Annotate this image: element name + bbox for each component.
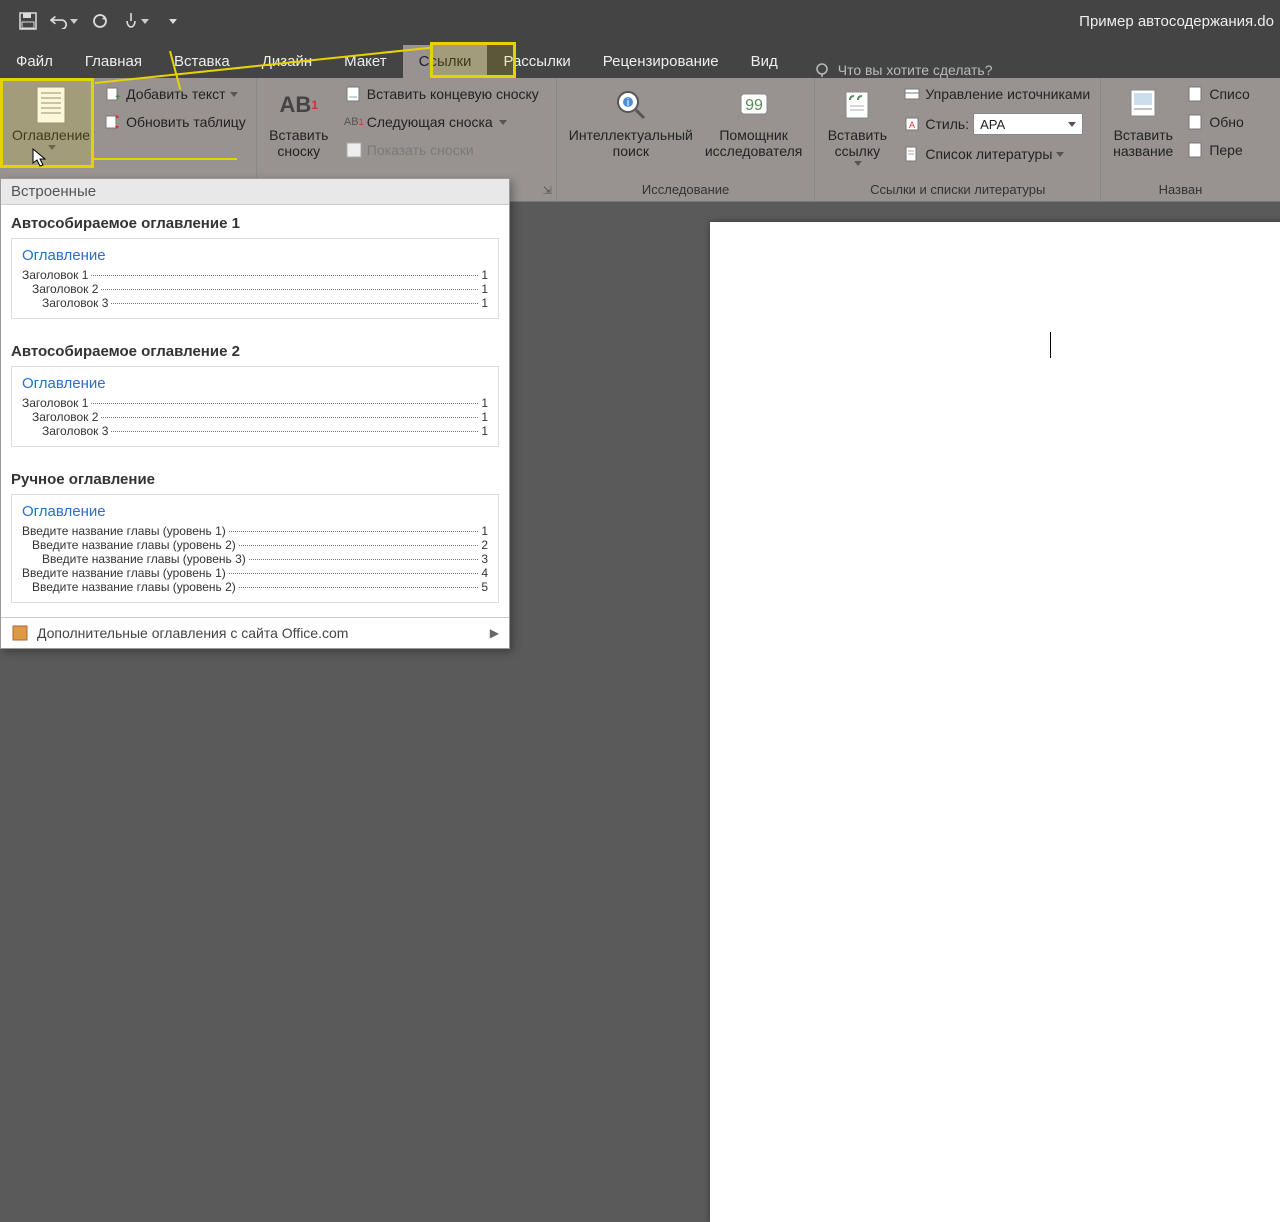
gallery-item-title: Автособираемое оглавление 2	[11, 343, 499, 360]
toc-gallery: Встроенные Автособираемое оглавление 1 Ог…	[0, 178, 510, 649]
more-toc-office-button[interactable]: Дополнительные оглавления с сайта Office…	[1, 617, 509, 648]
bulb-icon	[814, 62, 830, 78]
tab-файл[interactable]: Файл	[0, 45, 69, 78]
group-citations: Вставить ссылку Управление источниками A…	[815, 78, 1101, 201]
insert-caption-button[interactable]: Вставить название	[1107, 81, 1179, 163]
svg-text:A: A	[909, 120, 915, 130]
office-icon	[11, 624, 29, 642]
gallery-item-title: Автособираемое оглавление 1	[11, 215, 499, 232]
insert-citation-button[interactable]: Вставить ссылку	[821, 81, 893, 170]
tell-me-input[interactable]: Что вы хотите сделать?	[814, 62, 993, 78]
toc-preview-row: Заголовок 31	[42, 424, 488, 438]
tab-рецензирование[interactable]: Рецензирование	[587, 45, 735, 78]
insert-footnote-label: Вставить сноску	[269, 127, 328, 159]
gallery-section-builtin: Встроенные	[1, 179, 509, 205]
customize-qat-icon[interactable]	[158, 7, 186, 35]
next-footnote-icon: AB1	[345, 113, 363, 131]
toc-preview-heading: Оглавление	[22, 503, 488, 520]
gallery-item-title: Ручное оглавление	[11, 471, 499, 488]
toc-preview-row: Заголовок 21	[32, 282, 488, 296]
next-footnote-button[interactable]: AB1 Следующая сноска	[341, 111, 543, 133]
toc-preview-heading: Оглавление	[22, 375, 488, 392]
toc-preview: Оглавление Введите название главы (уровен…	[11, 494, 499, 603]
toc-preview-row: Заголовок 11	[22, 396, 488, 410]
toc-gallery-item[interactable]: Ручное оглавление Оглавление Введите назва…	[1, 461, 509, 617]
tab-главная[interactable]: Главная	[69, 45, 158, 78]
update-icon	[104, 113, 122, 131]
document-title: Пример автосодержания.do	[1079, 13, 1274, 30]
insert-table-figures-button[interactable]: Списо	[1183, 83, 1253, 105]
smart-lookup-icon: i	[609, 85, 653, 125]
toc-gallery-item[interactable]: Автособираемое оглавление 1 Оглавление Заг…	[1, 205, 509, 333]
update-table-button[interactable]: Обновить таблицу	[100, 111, 250, 133]
insert-footnote-button[interactable]: AB1 Вставить сноску	[263, 81, 335, 163]
toc-preview-row: Введите название главы (уровень 2)5	[32, 580, 488, 594]
document-page[interactable]	[710, 222, 1280, 1222]
add-text-icon: +	[104, 85, 122, 103]
citation-style-row: A Стиль: APA	[899, 111, 1094, 137]
save-icon[interactable]	[14, 7, 42, 35]
cross-reference-button[interactable]: Пере	[1183, 139, 1253, 161]
style-icon: A	[903, 115, 921, 133]
researcher-icon: 99	[732, 85, 776, 125]
text-cursor	[1050, 332, 1051, 358]
svg-text:99: 99	[745, 97, 763, 114]
group-captions: Вставить название Списо Обно Пере Назван	[1101, 78, 1260, 201]
svg-text:+: +	[115, 92, 121, 102]
tab-рассылки[interactable]: Рассылки	[487, 45, 586, 78]
toc-gallery-item[interactable]: Автособираемое оглавление 2 Оглавление Заг…	[1, 333, 509, 461]
add-text-button[interactable]: + Добавить текст	[100, 83, 250, 105]
chevron-right-icon: ▶	[490, 626, 499, 640]
tab-вид[interactable]: Вид	[735, 45, 794, 78]
annotation-line	[92, 158, 237, 160]
toc-preview-row: Заголовок 21	[32, 410, 488, 424]
quick-access-toolbar: Пример автосодержания.do	[0, 0, 1280, 42]
toc-icon	[29, 85, 73, 125]
toc-preview-row: Введите название главы (уровень 3)3	[42, 552, 488, 566]
document-area	[510, 202, 1280, 720]
bibliography-icon	[903, 145, 921, 163]
svg-text:i: i	[627, 97, 629, 109]
manage-sources-button[interactable]: Управление источниками	[899, 83, 1094, 105]
captions-group-label: Назван	[1107, 180, 1254, 201]
endnote-icon	[345, 85, 363, 103]
smart-lookup-button[interactable]: i Интеллектуальный поиск	[563, 81, 699, 163]
citation-icon	[835, 85, 879, 125]
toc-preview-row: Заголовок 31	[42, 296, 488, 310]
toc-preview-row: Заголовок 11	[22, 268, 488, 282]
toc-label: Оглавление	[12, 127, 90, 143]
toc-preview-heading: Оглавление	[22, 247, 488, 264]
toc-preview: Оглавление Заголовок 11Заголовок 21Заголо…	[11, 366, 499, 447]
research-group-label: Исследование	[563, 180, 809, 201]
update-captions-button[interactable]: Обно	[1183, 111, 1253, 133]
insert-endnote-button[interactable]: Вставить концевую сноску	[341, 83, 543, 105]
citations-group-label: Ссылки и списки литературы	[821, 180, 1094, 201]
bibliography-button[interactable]: Список литературы	[899, 143, 1094, 165]
researcher-button[interactable]: 99 Помощник исследователя	[699, 81, 809, 163]
show-notes-icon	[345, 141, 363, 159]
citation-style-dropdown[interactable]: APA	[973, 113, 1083, 135]
toc-preview-row: Введите название главы (уровень 1)4	[22, 566, 488, 580]
undo-icon[interactable]	[50, 7, 78, 35]
group-research: i Интеллектуальный поиск 99 Помощник исс…	[557, 78, 816, 201]
mouse-cursor-icon	[32, 148, 48, 168]
toc-preview: Оглавление Заголовок 11Заголовок 21Заголо…	[11, 238, 499, 319]
caption-icon	[1121, 85, 1165, 125]
toc-button[interactable]: Оглавление	[6, 81, 96, 154]
manage-sources-icon	[903, 85, 921, 103]
footnotes-dialog-launcher[interactable]: ⇲	[543, 184, 552, 197]
toc-preview-row: Введите название главы (уровень 1)1	[22, 524, 488, 538]
toc-preview-row: Введите название главы (уровень 2)2	[32, 538, 488, 552]
redo-icon[interactable]	[86, 7, 114, 35]
touch-mode-icon[interactable]	[122, 7, 150, 35]
footnote-icon: AB1	[277, 85, 321, 125]
show-footnotes-button: Показать сноски	[341, 139, 543, 161]
